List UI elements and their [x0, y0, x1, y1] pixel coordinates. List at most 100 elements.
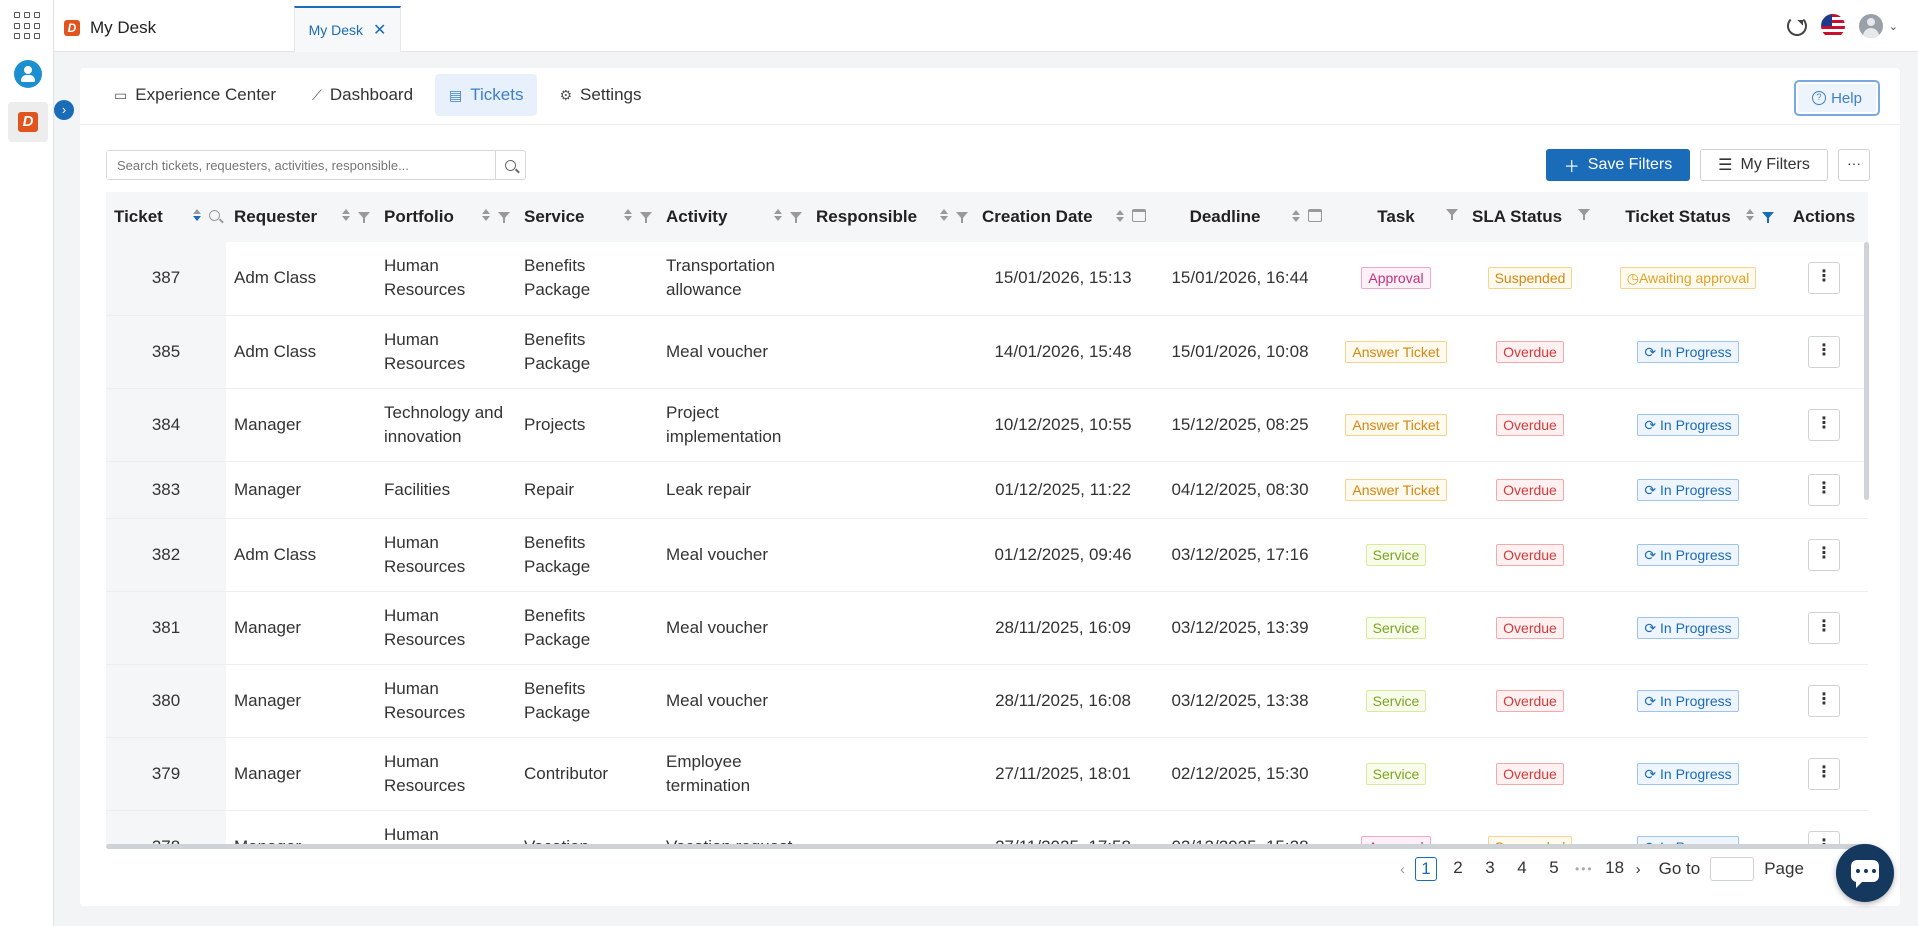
- user-avatar-icon[interactable]: [14, 60, 42, 88]
- filter-icon[interactable]: [1578, 209, 1590, 220]
- column-header-portfolio[interactable]: Portfolio: [376, 192, 516, 242]
- column-header-ticket-status[interactable]: Ticket Status: [1596, 192, 1780, 242]
- table-row[interactable]: 381 Manager Human Resources Benefits Packag…: [106, 591, 1868, 665]
- task-badge: Service: [1365, 689, 1427, 712]
- column-header-responsible[interactable]: Responsible: [808, 192, 974, 242]
- tab-settings[interactable]: ⚙ Settings: [545, 74, 655, 116]
- task-cell: Approval: [1328, 242, 1464, 316]
- row-actions-button[interactable]: ⋮: [1808, 262, 1840, 295]
- table-row[interactable]: 383 Manager Facilities Repair Leak repair 01/…: [106, 461, 1868, 519]
- ticket-number[interactable]: 383: [106, 461, 226, 519]
- row-actions-button[interactable]: ⋮: [1808, 538, 1840, 571]
- close-icon[interactable]: ✕: [373, 20, 386, 40]
- tab-label: Experience Center: [135, 85, 277, 104]
- tab-my-desk[interactable]: My Desk ✕: [294, 6, 401, 52]
- goto-page-input[interactable]: [1710, 857, 1755, 881]
- filter-icon[interactable]: [790, 211, 802, 223]
- table-row[interactable]: 384 Manager Technology and innovation Proje…: [106, 388, 1868, 462]
- filter-icon[interactable]: [956, 211, 968, 223]
- next-page-icon[interactable]: ›: [1636, 861, 1641, 878]
- sort-icon[interactable]: [1116, 209, 1124, 222]
- column-header-sla-status[interactable]: SLA Status: [1464, 192, 1596, 242]
- previous-page-icon[interactable]: ‹: [1400, 861, 1405, 878]
- page-4[interactable]: 4: [1511, 857, 1533, 881]
- table-row[interactable]: 380 Manager Human Resources Benefits Packag…: [106, 664, 1868, 738]
- column-header-ticket[interactable]: Ticket: [106, 192, 226, 242]
- more-pages-icon[interactable]: •••: [1575, 862, 1594, 876]
- ticket-number[interactable]: 382: [106, 518, 226, 592]
- row-actions-button[interactable]: ⋮: [1808, 473, 1840, 506]
- table-row[interactable]: 382 Adm Class Human Resources Benefits Pack…: [106, 518, 1868, 592]
- sort-icon[interactable]: [940, 209, 948, 221]
- page-5[interactable]: 5: [1543, 857, 1565, 881]
- search-icon[interactable]: [209, 209, 220, 221]
- ticket-number[interactable]: 384: [106, 388, 226, 462]
- tab-tickets[interactable]: ▤ Tickets: [435, 74, 538, 116]
- chat-support-button[interactable]: [1836, 844, 1894, 902]
- table-row[interactable]: 385 Adm Class Human Resources Benefits Pack…: [106, 315, 1868, 389]
- us-flag-icon[interactable]: [1820, 14, 1845, 38]
- sort-icon[interactable]: [624, 209, 632, 221]
- page-3[interactable]: 3: [1479, 857, 1501, 881]
- chevron-down-icon[interactable]: ⌄: [1889, 20, 1898, 33]
- column-header-deadline[interactable]: Deadline: [1152, 192, 1328, 242]
- table-row[interactable]: 378ManagerHuman ResourcesVacationVacatio…: [106, 810, 1868, 846]
- column-header-service[interactable]: Service: [516, 192, 658, 242]
- calendar-icon[interactable]: [1132, 209, 1146, 222]
- sort-icon[interactable]: [342, 209, 350, 221]
- service-cell: Contributor: [516, 737, 658, 811]
- sort-icon[interactable]: [1746, 209, 1754, 221]
- status-label: In Progress: [1660, 343, 1732, 360]
- ticket-number[interactable]: 378: [106, 810, 226, 846]
- search-button[interactable]: [495, 151, 525, 179]
- more-options-button[interactable]: ···: [1838, 149, 1870, 181]
- tab-experience-center[interactable]: ▭ Experience Center: [100, 74, 290, 116]
- ticket-number[interactable]: 379: [106, 737, 226, 811]
- vertical-scrollbar[interactable]: [1864, 242, 1869, 500]
- sort-icon[interactable]: [774, 209, 782, 221]
- ticket-number[interactable]: 387: [106, 242, 226, 316]
- horizontal-scrollbar[interactable]: [106, 844, 1868, 849]
- filter-icon[interactable]: [1446, 209, 1458, 220]
- row-actions-button[interactable]: ⋮: [1808, 611, 1840, 644]
- my-filters-button[interactable]: ☰ My Filters: [1700, 149, 1828, 181]
- ticket-number[interactable]: 381: [106, 591, 226, 665]
- tickets-table: Ticket Requester Portfolio Service Activ…: [106, 192, 1868, 846]
- column-header-task[interactable]: Task: [1328, 192, 1464, 242]
- column-header-activity[interactable]: Activity: [658, 192, 808, 242]
- search-input[interactable]: [107, 151, 495, 179]
- save-filters-button[interactable]: ＋ Save Filters: [1546, 149, 1690, 181]
- apps-grid-icon[interactable]: [14, 12, 42, 40]
- table-row[interactable]: 387 Adm Class Human Resources Benefits Pack…: [106, 242, 1868, 316]
- row-actions-button[interactable]: ⋮: [1808, 684, 1840, 717]
- sort-icon[interactable]: [193, 209, 201, 221]
- actions-cell: ⋮: [1780, 315, 1868, 389]
- help-button[interactable]: ? Help: [1794, 80, 1880, 116]
- filter-icon[interactable]: [358, 211, 370, 223]
- ticket-number[interactable]: 385: [106, 315, 226, 389]
- ticket-number[interactable]: 380: [106, 664, 226, 738]
- page-2[interactable]: 2: [1447, 857, 1469, 881]
- row-actions-button[interactable]: ⋮: [1808, 335, 1840, 368]
- tab-dashboard[interactable]: ⟋ Dashboard: [298, 74, 427, 116]
- filter-icon[interactable]: [498, 211, 510, 223]
- page-last[interactable]: 18: [1604, 857, 1626, 881]
- table-row[interactable]: 379 Manager Human Resources Contributor Empl…: [106, 737, 1868, 811]
- filter-active-icon[interactable]: [1762, 211, 1774, 223]
- calendar-icon[interactable]: [1308, 209, 1322, 222]
- refresh-icon[interactable]: [1786, 16, 1807, 36]
- header-label: Actions: [1792, 207, 1856, 226]
- page-1[interactable]: 1: [1415, 857, 1437, 881]
- row-actions-button[interactable]: ⋮: [1808, 757, 1840, 790]
- column-header-requester[interactable]: Requester: [226, 192, 376, 242]
- sort-icon[interactable]: [482, 209, 490, 221]
- sort-icon[interactable]: [1292, 209, 1300, 222]
- task-badge: Answer Ticket: [1345, 413, 1447, 436]
- row-actions-button[interactable]: ⋮: [1808, 408, 1840, 441]
- expand-sidebar-button[interactable]: ›: [54, 100, 74, 120]
- column-header-creation-date[interactable]: Creation Date: [974, 192, 1152, 242]
- filter-icon[interactable]: [640, 211, 652, 223]
- mydesk-app-button[interactable]: D: [8, 102, 48, 142]
- status-label: In Progress: [1660, 481, 1732, 498]
- profile-icon[interactable]: [1858, 14, 1883, 38]
